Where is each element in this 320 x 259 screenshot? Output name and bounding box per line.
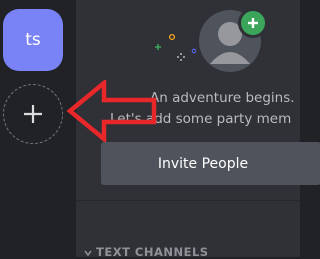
server-initials: ts [25,30,41,50]
add-avatar-badge[interactable] [238,8,268,38]
server-rail: ts [0,0,76,257]
sparkle-decoration [155,33,197,61]
welcome-headline: An adventure begins. [150,90,295,106]
invite-people-button[interactable]: Invite People [101,142,320,185]
invite-button-label: Invite People [157,155,249,172]
plus-icon [24,105,42,123]
add-server-button[interactable] [3,84,63,144]
section-divider [76,200,300,201]
plus-icon [248,18,258,28]
server-icon-ts[interactable]: ts [3,9,63,71]
chevron-down-icon [84,250,92,256]
welcome-avatar-wrap [199,8,268,72]
red-arrow-icon [66,80,157,142]
